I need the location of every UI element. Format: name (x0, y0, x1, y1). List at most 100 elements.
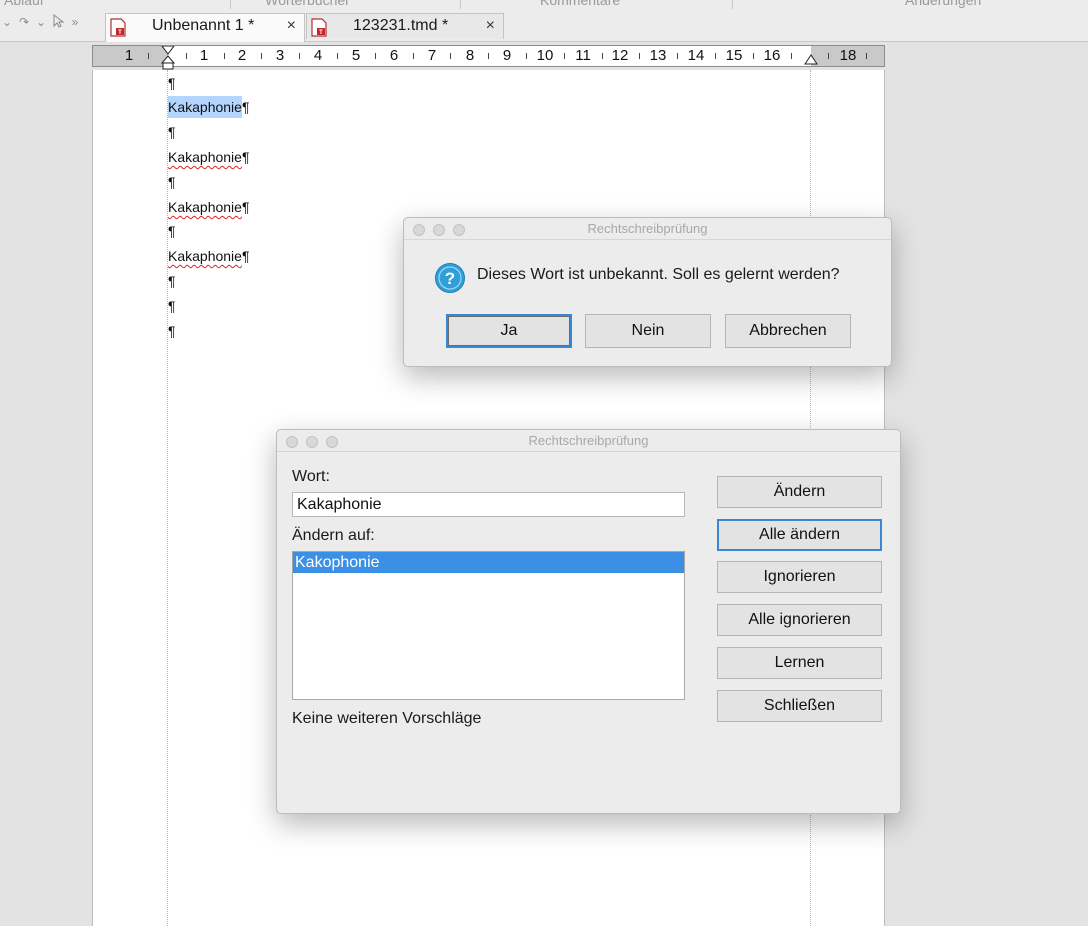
ruler-tick (866, 53, 867, 59)
ruler-tick (602, 53, 603, 59)
toolbar-label-changes[interactable]: Änderungen (905, 0, 981, 8)
no-button-label: Nein (631, 322, 665, 339)
paragraph[interactable]: ¶ (168, 272, 176, 290)
close-icon[interactable]: × (287, 17, 296, 35)
ruler-number: 2 (237, 47, 247, 64)
ruler-number: 3 (275, 47, 285, 64)
ruler-tick (639, 53, 640, 59)
ignore-button-label: Ignorieren (763, 568, 836, 585)
toolbar-label-dictionaries[interactable]: Wörterbücher (265, 0, 350, 8)
paragraph[interactable]: ¶ (168, 297, 176, 315)
close-icon[interactable]: × (486, 17, 495, 35)
paragraph-mark: ¶ (241, 99, 250, 115)
tab-123231-tmd[interactable]: T 123231.tmd * × (306, 13, 504, 39)
ruler-tick (299, 53, 300, 59)
ruler-number: 1 (199, 47, 209, 64)
ruler-tick (186, 53, 187, 59)
paragraph-text: Kakaphonie (168, 96, 242, 118)
dialog-titlebar[interactable]: Rechtschreibprüfung (404, 218, 891, 240)
ruler-tick (715, 53, 716, 59)
paragraph-text: Kakaphonie (168, 149, 242, 165)
paragraph[interactable]: Kakaphonie¶ (168, 247, 249, 265)
ruler-tick (753, 53, 754, 59)
learn-word-dialog: Rechtschreibprüfung ? Dieses Wort ist un… (403, 217, 892, 367)
document-icon: T (110, 18, 126, 37)
ruler-number: 12 (611, 47, 629, 64)
yes-button-label: Ja (500, 322, 518, 339)
ruler-number: 9 (502, 47, 512, 64)
ignore-all-button-label: Alle ignorieren (748, 611, 851, 628)
right-indent-marker-icon[interactable] (804, 54, 818, 66)
paragraph[interactable]: ¶ (168, 123, 176, 141)
learn-button-label: Lernen (774, 654, 825, 671)
paragraph-mark: ¶ (168, 298, 176, 314)
ruler-tick (828, 53, 829, 59)
paragraph-text: Kakaphonie (168, 199, 242, 215)
ruler-number: 16 (763, 47, 781, 64)
chevron-down-icon[interactable]: ⌄ (34, 15, 48, 29)
chevron-down-icon[interactable]: ⌄ (0, 15, 14, 29)
horizontal-ruler[interactable]: 1 1 2 3 4 5 6 7 8 9 10 11 12 13 14 15 16 18 (92, 45, 885, 70)
paragraph-mark: ¶ (241, 149, 250, 165)
suggestion-item[interactable]: Kakophonie (293, 552, 684, 573)
paragraph[interactable]: Kakaphonie¶ (168, 148, 249, 166)
spellcheck-dialog: Rechtschreibprüfung Wort: Ändern auf: Ka… (276, 429, 901, 814)
paragraph[interactable]: ¶ (168, 173, 176, 191)
suggestions-list[interactable]: Kakophonie (292, 551, 685, 700)
ignore-all-button[interactable]: Alle ignorieren (717, 604, 882, 636)
toolbar-icons: ⌄ ↷ ⌄ » (0, 12, 82, 32)
change-button-label: Ändern (773, 483, 826, 500)
close-button[interactable]: Schließen (717, 690, 882, 722)
tab-label: 123231.tmd * (353, 17, 449, 34)
cancel-button-label: Abbrechen (749, 322, 827, 339)
overflow-chevron-icon[interactable]: » (68, 15, 82, 29)
document-icon: T (311, 18, 327, 37)
ruler-tick (224, 53, 225, 59)
cancel-button[interactable]: Abbrechen (725, 314, 851, 348)
ruler-tick (375, 53, 376, 59)
ruler-tick (337, 53, 338, 59)
change-button[interactable]: Ändern (717, 476, 882, 508)
tab-label: Unbenannt 1 * (152, 17, 255, 34)
toolbar-label-ablauf[interactable]: Ablauf (4, 0, 44, 8)
toolbar-label-comments[interactable]: Kommentare (540, 0, 620, 8)
ruler-number: 18 (839, 47, 857, 64)
dialog-titlebar[interactable]: Rechtschreibprüfung (277, 430, 900, 452)
toolbar-separator (230, 0, 231, 9)
ruler-tick (677, 53, 678, 59)
change-all-button[interactable]: Alle ändern (717, 519, 882, 551)
toolbar: Ablauf Wörterbücher Kommentare Änderunge… (0, 0, 1088, 42)
paragraph[interactable]: Kakaphonie¶ (168, 198, 249, 216)
paragraph[interactable]: Kakaphonie¶ (168, 96, 250, 118)
ruler-number: 14 (687, 47, 705, 64)
left-indent-marker-icon[interactable] (161, 46, 175, 70)
toolbar-separator (732, 0, 733, 9)
redo-icon[interactable]: ↷ (17, 15, 31, 29)
status-text: Keine weiteren Vorschläge (292, 710, 482, 727)
svg-text:?: ? (445, 269, 455, 288)
ruler-tick (261, 53, 262, 59)
ruler-tick (413, 53, 414, 59)
word-field[interactable] (292, 492, 685, 517)
paragraph[interactable]: ¶ (168, 222, 176, 240)
svg-text:T: T (118, 30, 122, 36)
learn-button[interactable]: Lernen (717, 647, 882, 679)
yes-button[interactable]: Ja (446, 314, 572, 348)
pointer-icon[interactable] (51, 13, 65, 31)
ruler-number: 4 (313, 47, 323, 64)
ruler-number: 5 (351, 47, 361, 64)
paragraph-mark: ¶ (168, 124, 176, 140)
ignore-button[interactable]: Ignorieren (717, 561, 882, 593)
ruler-number: 7 (427, 47, 437, 64)
paragraph-mark: ¶ (168, 75, 176, 91)
ruler-tick (564, 53, 565, 59)
dialog-title: Rechtschreibprüfung (528, 433, 649, 448)
ruler-number: 1 (124, 47, 134, 64)
toolbar-separator (460, 0, 461, 9)
tab-unbenannt-1[interactable]: T Unbenannt 1 * × (105, 13, 305, 42)
paragraph[interactable]: ¶ (168, 322, 176, 340)
no-button[interactable]: Nein (585, 314, 711, 348)
ruler-number: 15 (725, 47, 743, 64)
paragraph[interactable]: ¶ (168, 74, 176, 92)
ruler-number: 6 (389, 47, 399, 64)
